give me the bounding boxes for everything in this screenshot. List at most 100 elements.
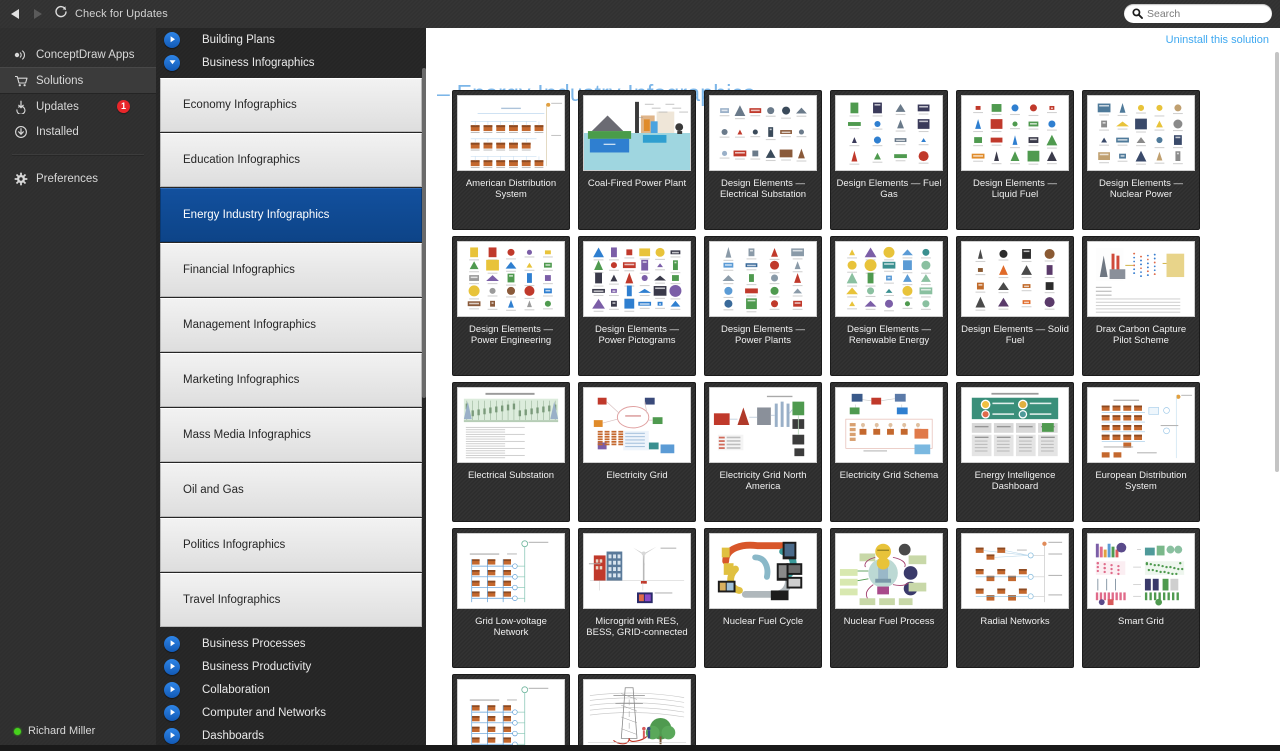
template-thumbnail-lowvoltage-net <box>457 533 565 609</box>
content-scrollbar[interactable] <box>1275 28 1279 751</box>
template-card-design-elements-fuel-gas[interactable]: Design Elements — Fuel Gas <box>830 90 948 230</box>
chevron-right-icon[interactable] <box>164 727 180 744</box>
category-group-business-infographics[interactable]: Business Infographics <box>156 51 426 74</box>
template-card-frame <box>452 674 570 751</box>
template-card-frame: Design Elements — Solid Fuel <box>956 236 1074 376</box>
template-card-nuclear-fuel-cycle[interactable]: Nuclear Fuel Cycle <box>704 528 822 668</box>
category-item-marketing-infographics[interactable]: Marketing Infographics <box>160 353 422 407</box>
template-card-radial-networks[interactable]: Radial Networks <box>956 528 1074 668</box>
chevron-right-icon[interactable] <box>164 681 180 698</box>
template-card-frame: Design Elements — Power Engineering <box>452 236 570 376</box>
category-item-mass-media-infographics[interactable]: Mass Media Infographics <box>160 408 422 462</box>
solution-content-panel: Uninstall this solution – Energy Industr… <box>426 28 1280 751</box>
template-card-frame: American Distribution System <box>452 90 570 230</box>
sidebar-item-label: Installed <box>36 125 79 138</box>
window-bottom-edge <box>0 745 1280 751</box>
category-group-label: Dashboards <box>202 729 265 742</box>
category-item-label: Mass Media Infographics <box>183 429 311 441</box>
chevron-right-icon[interactable] <box>164 635 180 652</box>
category-item-energy-industry-infographics[interactable]: Energy Industry Infographics <box>160 188 422 242</box>
category-group-collaboration[interactable]: Collaboration <box>156 678 426 701</box>
template-thumbnail-substation-model <box>457 387 565 463</box>
check-for-updates-button[interactable]: Check for Updates <box>54 5 168 24</box>
chevron-right-icon[interactable] <box>164 658 180 675</box>
template-card-design-elements-nuclear-power[interactable]: Design Elements — Nuclear Power <box>1082 90 1200 230</box>
category-item-economy-infographics[interactable]: Economy Infographics <box>160 78 422 132</box>
category-group-computer-and-networks[interactable]: Computer and Networks <box>156 701 426 724</box>
updates-icon <box>14 100 31 114</box>
template-card-frame: Design Elements — Renewable Energy <box>830 236 948 376</box>
template-card-grid-low-voltage-network[interactable]: Grid Low-voltage Network <box>452 528 570 668</box>
uninstall-solution-link[interactable]: Uninstall this solution <box>1166 34 1269 46</box>
category-group-business-productivity[interactable]: Business Productivity <box>156 655 426 678</box>
template-card-design-elements-solid-fuel[interactable]: Design Elements — Solid Fuel <box>956 236 1074 376</box>
category-group-label: Business Processes <box>202 637 306 650</box>
sidebar-item-installed[interactable]: Installed <box>0 119 156 144</box>
search-box[interactable] <box>1124 4 1272 23</box>
sidebar-item-preferences[interactable]: Preferences <box>0 166 156 191</box>
category-group-business-processes[interactable]: Business Processes <box>156 632 426 655</box>
template-thumbnail-euro-distribution <box>1087 387 1195 463</box>
template-card-design-elements-electrical-substation[interactable]: Design Elements — Electrical Substation <box>704 90 822 230</box>
conceptdraw-solution-browser: Check for Updates ConceptDraw Ap <box>0 0 1280 751</box>
template-card-coal-fired-power-plant[interactable]: Coal-Fired Power Plant <box>578 90 696 230</box>
template-card-american-distribution-system[interactable]: American Distribution System <box>452 90 570 230</box>
back-arrow-icon[interactable] <box>8 6 22 22</box>
template-card-title: Nuclear Fuel Process <box>843 616 935 627</box>
template-card-smart-grid[interactable]: Smart Grid <box>1082 528 1200 668</box>
template-card-title: European Distribution System <box>1095 470 1187 492</box>
template-card-frame: Electricity Grid North America <box>704 382 822 522</box>
template-card-nuclear-fuel-process[interactable]: Nuclear Fuel Process <box>830 528 948 668</box>
sidebar-item-solutions[interactable]: Solutions <box>0 67 156 94</box>
sidebar-item-conceptdraw-apps[interactable]: ConceptDraw Apps <box>0 42 156 67</box>
chevron-down-icon[interactable] <box>164 54 180 71</box>
refresh-icon <box>54 5 68 24</box>
category-item-label: Financial Infographics <box>183 264 295 276</box>
template-card-electricity-grid[interactable]: Electricity Grid <box>578 382 696 522</box>
template-card-lowvoltage-net-2[interactable] <box>452 674 570 751</box>
template-card-frame: Coal-Fired Power Plant <box>578 90 696 230</box>
template-card-title: Design Elements — Liquid Fuel <box>973 178 1057 200</box>
chevron-right-icon[interactable] <box>164 704 180 721</box>
template-card-electricity-grid-schema[interactable]: Electricity Grid Schema <box>830 382 948 522</box>
category-group-label: Business Infographics <box>202 56 315 69</box>
template-card-microgrid-with-res-bess-grid-connected[interactable]: Microgrid with RES, BESS, GRID-connected <box>578 528 696 668</box>
template-card-title: Radial Networks <box>980 616 1050 627</box>
category-group-label: Computer and Networks <box>202 706 326 719</box>
category-item-travel-infographics[interactable]: Travel Infographics <box>160 573 422 627</box>
template-thumbnail-grid-north-america <box>709 387 817 463</box>
template-card-frame: Drax Carbon Capture Pilot Scheme <box>1082 236 1200 376</box>
category-item-financial-infographics[interactable]: Financial Infographics <box>160 243 422 297</box>
category-group-dashboards[interactable]: Dashboards <box>156 724 426 747</box>
template-card-drax-carbon-capture-pilot-scheme[interactable]: Drax Carbon Capture Pilot Scheme <box>1082 236 1200 376</box>
template-card-design-elements-renewable-energy[interactable]: Design Elements — Renewable Energy <box>830 236 948 376</box>
sidebar-item-updates[interactable]: Updates 1 <box>0 94 156 119</box>
template-card-design-elements-power-plants[interactable]: Design Elements — Power Plants <box>704 236 822 376</box>
template-card-electrical-substation[interactable]: Electrical Substation <box>452 382 570 522</box>
search-input[interactable] <box>1147 6 1257 21</box>
content-scrollbar-thumb[interactable] <box>1275 52 1279 472</box>
chevron-right-icon[interactable] <box>164 31 180 48</box>
template-card-design-elements-power-pictograms[interactable]: Design Elements — Power Pictograms <box>578 236 696 376</box>
category-item-oil-and-gas[interactable]: Oil and Gas <box>160 463 422 517</box>
category-groups-bottom: Business Processes Business Productivity C… <box>156 632 426 747</box>
template-thumbnail-smart-grid <box>1087 533 1195 609</box>
template-card-european-distribution-system[interactable]: European Distribution System <box>1082 382 1200 522</box>
category-item-politics-infographics[interactable]: Politics Infographics <box>160 518 422 572</box>
template-card-energy-intelligence-dashboard[interactable]: Energy Intelligence Dashboard <box>956 382 1074 522</box>
template-card-title: Design Elements — Power Pictograms <box>595 324 679 346</box>
template-card-design-elements-liquid-fuel[interactable]: Design Elements — Liquid Fuel <box>956 90 1074 230</box>
category-item-management-infographics[interactable]: Management Infographics <box>160 298 422 352</box>
user-account-row[interactable]: Richard Miller <box>0 725 95 737</box>
template-thumbnail-flowchart-blue <box>457 95 565 171</box>
category-item-label: Politics Infographics <box>183 539 286 551</box>
category-column: Building Plans Business Infographics Econ… <box>156 28 426 751</box>
template-card-pylon-tree[interactable] <box>578 674 696 751</box>
category-item-label: Management Infographics <box>183 319 316 331</box>
template-card-electricity-grid-north-america[interactable]: Electricity Grid North America <box>704 382 822 522</box>
category-group-building-plans[interactable]: Building Plans <box>156 28 426 51</box>
forward-arrow-icon[interactable] <box>30 6 44 22</box>
search-icon <box>1132 8 1143 19</box>
template-card-design-elements-power-engineering[interactable]: Design Elements — Power Engineering <box>452 236 570 376</box>
category-item-education-infographics[interactable]: Education Infographics <box>160 133 422 187</box>
